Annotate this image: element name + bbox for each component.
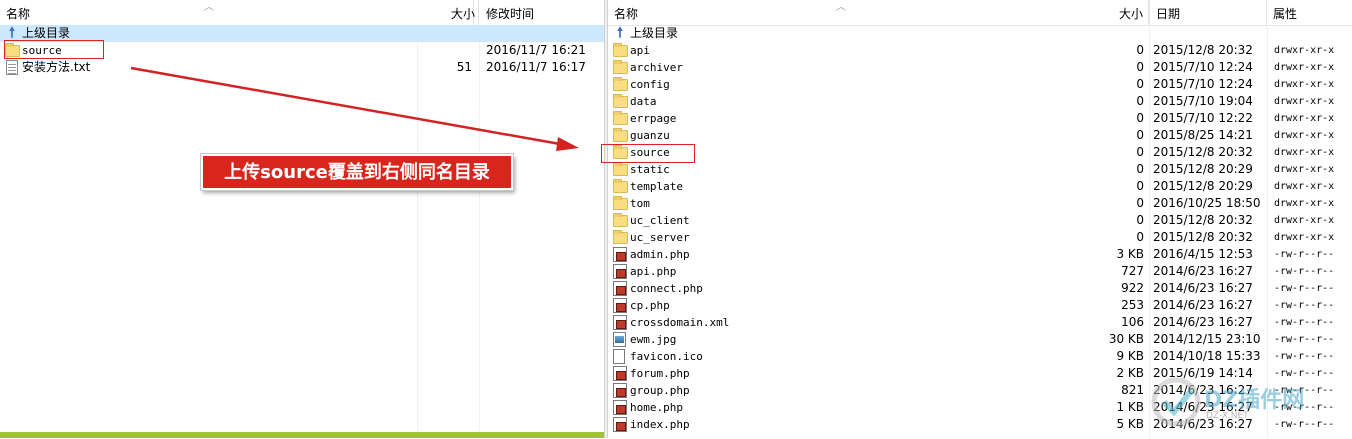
arrow-head [556, 137, 579, 151]
arrow-line [130, 66, 561, 146]
watermark-logo: DZ插件网 DZ-X.NET [1150, 376, 1350, 436]
watermark-brand: DZ插件网 [1204, 388, 1305, 413]
annotation-arrow [130, 66, 579, 151]
annotation-callout: 上传source覆盖到右侧同名目录 [201, 154, 513, 190]
watermark-sub: DZ-X.NET [1206, 411, 1249, 421]
